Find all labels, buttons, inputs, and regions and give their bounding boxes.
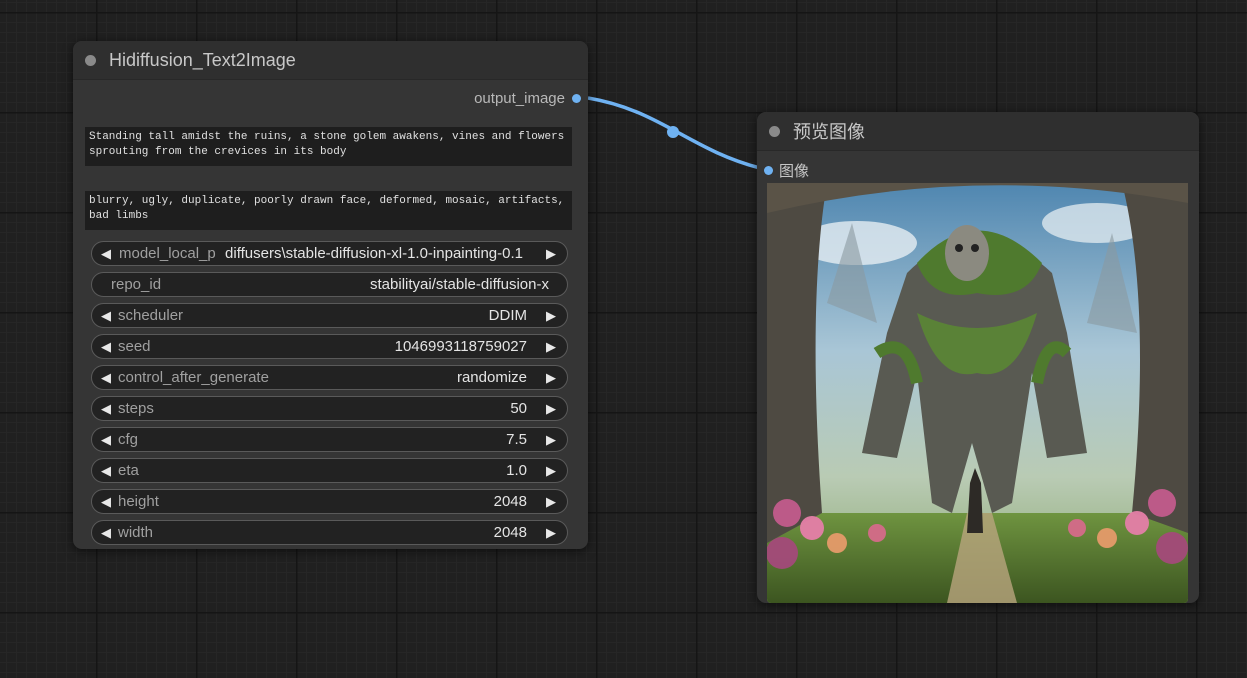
right-triangle-icon[interactable]: ▶: [541, 463, 561, 479]
right-triangle-icon[interactable]: ▶: [541, 370, 561, 386]
output-slot-label: output_image: [474, 90, 565, 107]
left-triangle-icon[interactable]: ◀: [96, 401, 116, 417]
preview-image: [767, 183, 1188, 603]
input-slot[interactable]: 图像: [764, 160, 809, 181]
left-triangle-icon[interactable]: ◀: [96, 432, 116, 448]
collapse-dot-icon[interactable]: [769, 125, 780, 137]
widget-value: 2048: [493, 493, 527, 510]
widget-value: stabilityai/stable-diffusion-x: [370, 276, 549, 293]
left-triangle-icon[interactable]: ◀: [96, 370, 116, 386]
node-title-bar[interactable]: 预览图像: [757, 112, 1199, 151]
positive-prompt-textarea[interactable]: Standing tall amidst the ruins, a stone …: [85, 127, 572, 166]
widget-label: width: [118, 524, 154, 541]
node-title: Hidiffusion_Text2Image: [109, 49, 296, 70]
input-slot-dot-icon[interactable]: [764, 166, 773, 175]
widget-steps[interactable]: ◀ steps 50 ▶: [91, 396, 568, 421]
right-triangle-icon[interactable]: ▶: [541, 525, 561, 541]
input-slot-label: 图像: [779, 163, 810, 180]
collapse-dot-icon[interactable]: [85, 54, 96, 66]
preview-image-node[interactable]: 预览图像 图像: [757, 112, 1199, 603]
widget-label: model_local_p: [119, 245, 216, 262]
link-midpoint-handle[interactable]: [667, 126, 679, 138]
widget-value: 2048: [493, 524, 527, 541]
widget-label: seed: [118, 338, 151, 355]
left-triangle-icon[interactable]: ◀: [96, 339, 116, 355]
widget-value: DDIM: [488, 307, 527, 324]
left-triangle-icon[interactable]: ◀: [96, 246, 116, 262]
widget-cfg[interactable]: ◀ cfg 7.5 ▶: [91, 427, 568, 452]
widget-eta[interactable]: ◀ eta 1.0 ▶: [91, 458, 568, 483]
widget-value: randomize: [456, 369, 527, 386]
widget-value: 7.5: [506, 431, 527, 448]
node-title: 预览图像: [793, 122, 865, 142]
widget-label: height: [118, 493, 159, 510]
right-triangle-icon[interactable]: ▶: [541, 432, 561, 448]
hidiffusion-text2image-node[interactable]: Hidiffusion_Text2Image output_image Stan…: [73, 41, 588, 549]
widget-height[interactable]: ◀ height 2048 ▶: [91, 489, 568, 514]
widget-label: repo_id: [111, 276, 162, 293]
left-triangle-icon[interactable]: ◀: [96, 463, 116, 479]
negative-prompt-textarea[interactable]: blurry, ugly, duplicate, poorly drawn fa…: [85, 191, 572, 230]
left-triangle-icon[interactable]: ◀: [96, 525, 116, 541]
node-title-bar[interactable]: Hidiffusion_Text2Image: [73, 41, 588, 80]
widget-value: 1046993118759027: [394, 338, 527, 355]
widget-value: diffusers\stable-diffusion-xl-1.0-inpain…: [225, 245, 523, 262]
widget-repo-id[interactable]: repo_id stabilityai/stable-diffusion-x: [91, 272, 568, 297]
output-slot-dot-icon[interactable]: [572, 94, 581, 103]
right-triangle-icon[interactable]: ▶: [541, 494, 561, 510]
widget-label: steps: [118, 400, 154, 417]
widget-label: control_after_generate: [118, 369, 269, 386]
widget-label: scheduler: [118, 307, 184, 324]
widget-width[interactable]: ◀ width 2048 ▶: [91, 520, 568, 545]
right-triangle-icon[interactable]: ▶: [541, 401, 561, 417]
widget-seed[interactable]: ◀ seed 1046993118759027 ▶: [91, 334, 568, 359]
left-triangle-icon[interactable]: ◀: [96, 308, 116, 324]
widget-control-after-generate[interactable]: ◀ control_after_generate randomize ▶: [91, 365, 568, 390]
right-triangle-icon[interactable]: ▶: [541, 308, 561, 324]
right-triangle-icon[interactable]: ▶: [541, 339, 561, 355]
output-slot[interactable]: output_image: [474, 90, 581, 107]
widget-label: cfg: [118, 431, 139, 448]
widget-value: 1.0: [506, 462, 527, 479]
widget-label: eta: [118, 462, 139, 479]
golem-illustration: [767, 183, 1188, 603]
right-triangle-icon[interactable]: ▶: [541, 246, 561, 262]
widget-scheduler[interactable]: ◀ scheduler DDIM ▶: [91, 303, 568, 328]
widget-model-local-path[interactable]: ◀ model_local_p diffusers\stable-diffusi…: [91, 241, 568, 266]
left-triangle-icon[interactable]: ◀: [96, 494, 116, 510]
widget-value: 50: [510, 400, 527, 417]
